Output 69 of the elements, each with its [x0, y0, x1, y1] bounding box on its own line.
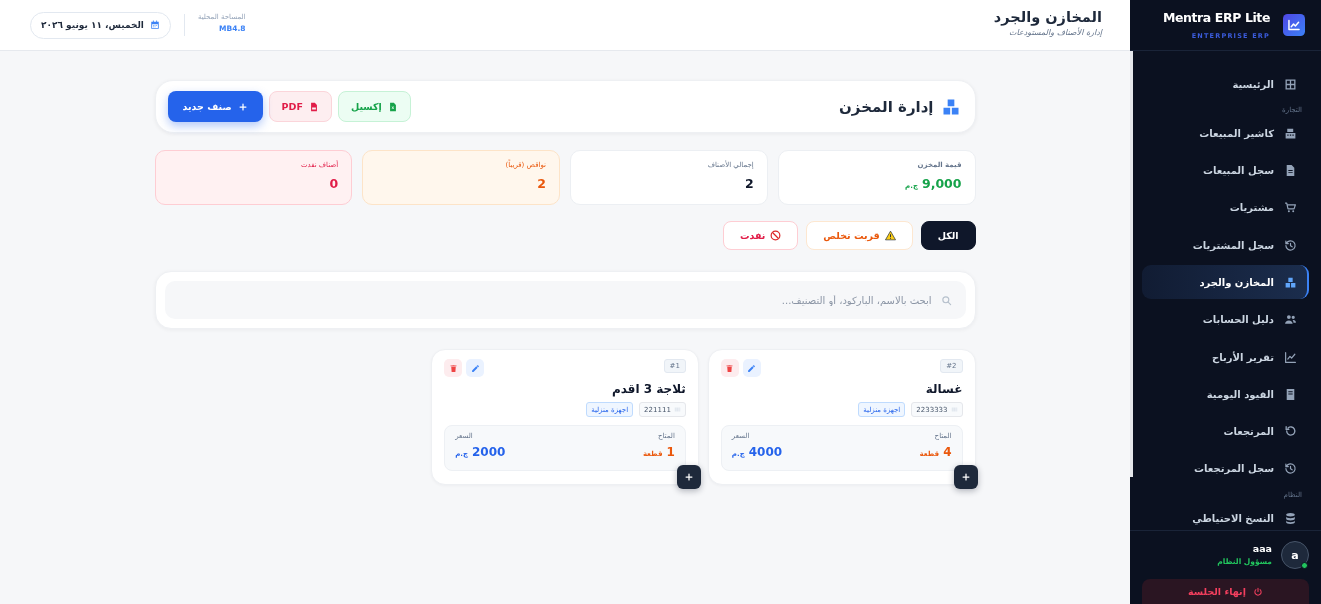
line-chart-icon: [1284, 350, 1297, 364]
stat-value: 9,000: [921, 175, 962, 193]
power-icon: [1252, 586, 1263, 597]
edit-button[interactable]: [742, 359, 761, 377]
filter-tab[interactable]: نفدت: [722, 221, 799, 250]
database-icon: [1284, 511, 1297, 525]
stock-value: 4: [943, 444, 952, 461]
pencil-icon: [747, 363, 757, 373]
sidebar-item[interactable]: سجل المبيعات: [1142, 153, 1309, 188]
page-subtitle: إدارة الأصناف والمستودعات: [1008, 28, 1102, 38]
search-icon: [940, 294, 952, 306]
avatar: a: [1281, 541, 1309, 569]
price-value: 2000: [472, 444, 506, 461]
sidebar-item[interactable]: كاشير المبيعات: [1142, 116, 1309, 151]
sidebar-item[interactable]: المخازن والجرد: [1142, 265, 1309, 300]
sidebar-item[interactable]: مشتريات: [1142, 190, 1309, 225]
plus-icon: [683, 472, 694, 482]
page-heading: المخازن والجرد: [993, 8, 1102, 27]
product-name: غسالة: [924, 381, 963, 398]
filter-tab[interactable]: الكل: [920, 221, 976, 250]
delete-button[interactable]: [444, 359, 463, 377]
trash-icon: [725, 363, 735, 373]
pdf-file-icon: [308, 101, 319, 112]
edit-button[interactable]: [466, 359, 485, 377]
sidebar-item[interactable]: المرتجعات: [1142, 414, 1309, 449]
undo-icon: [1284, 425, 1297, 439]
plus-icon: [237, 101, 248, 112]
logo-icon: [1283, 14, 1305, 36]
sidebar-item[interactable]: الرئيسية: [1142, 67, 1309, 101]
people-icon: [1284, 313, 1297, 327]
sidebar-item[interactable]: النسخ الاحتياطي: [1142, 501, 1309, 530]
boxes-icon: [1284, 276, 1297, 289]
stat-value: 2: [745, 175, 754, 193]
stat-value: 0: [329, 175, 339, 193]
pencil-icon: [470, 363, 480, 373]
sidebar-item[interactable]: سجل المشتريات: [1142, 228, 1309, 263]
book-icon: [1284, 387, 1297, 401]
add-item-button[interactable]: صنف جديد: [167, 91, 263, 122]
filter-tab[interactable]: قربت تخلص: [806, 221, 913, 250]
pdf-export-button[interactable]: PDF: [268, 91, 332, 122]
excel-file-icon: [387, 101, 398, 112]
scrollbar-thumb[interactable]: [1130, 51, 1133, 477]
history-icon: [1284, 238, 1297, 252]
stat-value: 2: [537, 175, 546, 193]
section-title: إدارة المخزن: [839, 97, 934, 116]
warning-icon: [884, 230, 896, 241]
logout-button[interactable]: إنهاء الجلسة: [1142, 579, 1309, 604]
cart-icon: [1284, 201, 1297, 215]
dashboard-grid-icon: [1284, 77, 1297, 91]
history-icon: [1284, 462, 1297, 476]
sidebar-item[interactable]: القيود اليومية: [1142, 377, 1309, 412]
plus-icon: [960, 472, 971, 482]
no-entry-icon: [770, 230, 782, 241]
user-name: aaa: [1251, 543, 1272, 555]
sidebar-item[interactable]: سجل المرتجعات: [1142, 451, 1309, 486]
product-name: ثلاجة 3 اقدم: [610, 381, 686, 398]
stock-value: 1: [666, 444, 675, 461]
price-value: 4000: [748, 444, 783, 461]
add-stock-button[interactable]: [676, 465, 701, 489]
calendar-icon: [149, 20, 160, 30]
trash-icon: [448, 363, 458, 373]
document-icon: [1284, 164, 1297, 178]
brand-name: Mentra ERP Lite: [1162, 10, 1270, 26]
add-stock-button[interactable]: [953, 465, 978, 489]
delete-button[interactable]: [720, 359, 739, 377]
sidebar-item[interactable]: تقرير الأرباح: [1142, 340, 1309, 375]
sidebar-item[interactable]: دليل الحسابات: [1142, 302, 1309, 337]
date-text: الخميس، ١١ يونيو ٢٠٢٦: [41, 20, 144, 30]
cash-register-icon: [1284, 126, 1297, 140]
